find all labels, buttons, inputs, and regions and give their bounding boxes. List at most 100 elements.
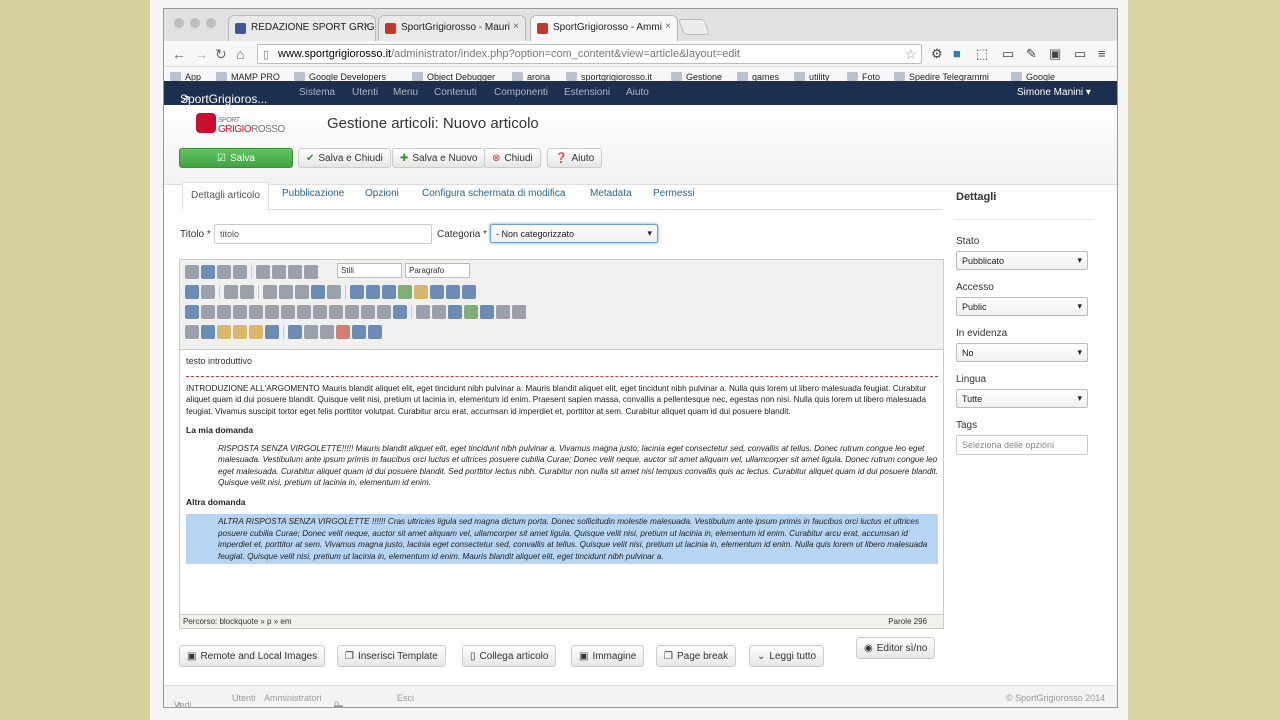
styles-icon xyxy=(368,325,382,339)
close-button[interactable]: ⊗ Chiudi xyxy=(484,148,541,168)
featured-label: In evidenza xyxy=(956,328,1008,339)
menu-estensioni[interactable]: Estensioni xyxy=(564,87,610,98)
category-select[interactable]: - Non categorizzato xyxy=(490,224,658,243)
logout-link[interactable]: Esci xyxy=(397,693,414,703)
picture-icon: ▣ xyxy=(579,651,589,662)
underline-icon xyxy=(217,265,231,279)
tab-configura[interactable]: Configura schermata di modifica xyxy=(422,188,565,199)
row-after-icon xyxy=(249,305,263,319)
undo-icon xyxy=(311,285,325,299)
toolbar-row-4[interactable] xyxy=(185,323,384,341)
menu-menu[interactable]: Menu xyxy=(393,87,418,98)
access-select[interactable]: Public xyxy=(956,297,1088,316)
read-more-button[interactable]: ⌄ Leggi tutto xyxy=(749,645,825,667)
help-button[interactable]: ❓ Aiuto xyxy=(547,148,603,168)
visitors-count[interactable]: Utenti xyxy=(232,693,256,703)
user-menu[interactable]: Simone Manini ▾ xyxy=(1017,87,1091,98)
fullscreen-icon xyxy=(265,325,279,339)
image-button[interactable]: ▣ Immagine xyxy=(571,645,645,667)
cleanup-icon xyxy=(414,285,428,299)
menu-icon[interactable]: ≡ xyxy=(1098,46,1106,61)
tags-input[interactable]: Seleziona delle opzioni xyxy=(956,435,1088,455)
style-select[interactable]: Stili xyxy=(337,263,402,278)
find-icon xyxy=(185,285,199,299)
code-icon xyxy=(446,285,460,299)
forward-icon[interactable]: → xyxy=(194,46,208,62)
row-before-icon xyxy=(233,305,247,319)
bookmark-star-icon[interactable]: ☆ xyxy=(904,46,917,63)
chevron-down-icon: ⌄ xyxy=(757,651,766,662)
menu-componenti[interactable]: Componenti xyxy=(494,87,548,98)
close-tab-icon[interactable]: × xyxy=(665,21,671,32)
extension-icon[interactable]: ■ xyxy=(953,46,961,61)
save-close-button[interactable]: ✔ Salva e Chiudi xyxy=(298,148,391,168)
menu-utenti[interactable]: Utenti xyxy=(352,87,378,98)
format-select[interactable]: Paragrafo xyxy=(405,263,470,278)
browser-tab-2[interactable]: SportGrigiorosso - Mauri × xyxy=(378,15,526,41)
plus-icon: ✚ xyxy=(400,153,409,164)
redo-icon xyxy=(327,285,341,299)
italic-icon xyxy=(201,265,215,279)
site-logo: SPORT GRIGIOROSSO xyxy=(196,113,288,137)
admins-count[interactable]: Amministratori xyxy=(264,693,322,703)
language-select[interactable]: Tutte xyxy=(956,389,1088,408)
remote-images-button[interactable]: ▣ Remote and Local Images xyxy=(179,645,326,667)
url-input[interactable]: ▯ www.sportgrigiorosso.it/administrator/i… xyxy=(257,44,922,64)
insert-template-button[interactable]: ❐ Inserisci Template xyxy=(337,645,446,667)
menu-contenuti[interactable]: Contenuti xyxy=(434,87,477,98)
editor-toolbar: Stili Paragrafo xyxy=(180,260,943,350)
language-label: Lingua xyxy=(956,374,987,385)
nonbreaking-icon xyxy=(288,325,302,339)
toggle-editor-button[interactable]: ◉ Editor sì/no xyxy=(856,637,936,659)
tab-opzioni[interactable]: Opzioni xyxy=(365,188,399,199)
extension-icon[interactable]: ✎ xyxy=(1026,46,1037,62)
tab-pubblicazione[interactable]: Pubblicazione xyxy=(282,188,344,199)
extension-icon[interactable]: ⬚ xyxy=(976,46,988,62)
gear-icon[interactable]: ⚙ xyxy=(931,46,943,62)
cast-icon[interactable]: ▭ xyxy=(1074,46,1086,62)
new-tab-button[interactable] xyxy=(678,19,710,35)
tab-dettagli[interactable]: Dettagli articolo xyxy=(182,182,269,211)
back-icon[interactable]: ← xyxy=(172,46,186,62)
save-button[interactable]: ☑ Salva xyxy=(179,148,293,168)
site-favicon xyxy=(385,23,396,34)
charmap-icon xyxy=(448,305,462,319)
external-link-icon: ↗ xyxy=(180,92,191,106)
browser-window: REDAZIONE SPORT GRIG × SportGrigiorosso -… xyxy=(163,8,1118,708)
blockquote-icon xyxy=(295,285,309,299)
justify-icon xyxy=(304,265,318,279)
tab-permessi[interactable]: Permessi xyxy=(653,188,695,199)
link-article-button[interactable]: ▯ Collega articolo xyxy=(462,645,557,667)
browser-tab-3[interactable]: SportGrigiorosso - Ammi × xyxy=(530,15,678,41)
menu-sistema[interactable]: Sistema xyxy=(299,87,335,98)
extension-icon[interactable]: ▣ xyxy=(1049,46,1061,62)
state-select[interactable]: Pubblicato xyxy=(956,251,1088,270)
toolbar-row-2[interactable] xyxy=(185,283,478,301)
file-icon: ▯ xyxy=(470,651,476,662)
featured-select[interactable]: No xyxy=(956,343,1088,362)
strike-icon xyxy=(233,265,247,279)
close-tab-icon[interactable]: × xyxy=(513,21,519,32)
title-input[interactable]: titolo xyxy=(214,224,432,244)
close-tab-icon[interactable]: × xyxy=(363,21,369,32)
bold-icon xyxy=(185,265,199,279)
save-new-button[interactable]: ✚ Salva e Nuovo xyxy=(392,148,486,168)
help-icon xyxy=(430,285,444,299)
page-icon: ▯ xyxy=(263,49,270,61)
col-after-icon xyxy=(297,305,311,319)
page-break-button[interactable]: ❐ Page break xyxy=(656,645,737,667)
title-label: Titolo * xyxy=(180,229,211,240)
home-icon[interactable]: ⌂ xyxy=(236,46,244,62)
format-buttons[interactable] xyxy=(185,263,335,281)
browser-tab-1[interactable]: REDAZIONE SPORT GRIG × xyxy=(228,15,376,41)
editor-content[interactable]: testo introduttivo INTRODUZIONE ALL'ARGO… xyxy=(186,356,938,564)
bullet-list-icon xyxy=(224,285,238,299)
extension-icon[interactable]: ▭ xyxy=(1002,46,1014,62)
indent-icon xyxy=(279,285,293,299)
align-right-icon xyxy=(288,265,302,279)
reload-icon[interactable]: ↻ xyxy=(215,46,227,63)
tab-metadata[interactable]: Metadata xyxy=(590,188,632,199)
toolbar-row-3[interactable] xyxy=(185,303,528,321)
window-controls[interactable] xyxy=(174,18,222,31)
menu-aiuto[interactable]: Aiuto xyxy=(626,87,649,98)
